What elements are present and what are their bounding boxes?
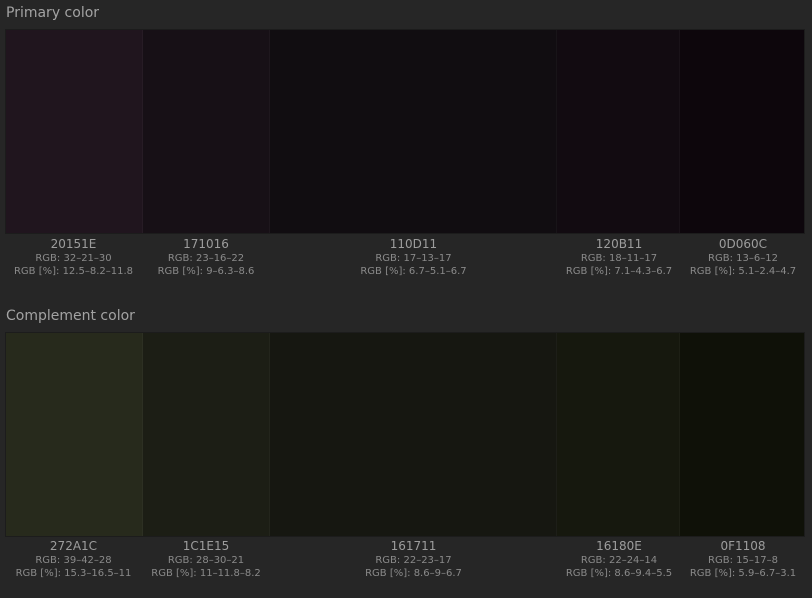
complement-swatch-labels: 272A1C RGB: 39–42–28 RGB [%]: 15.3–16.5–…: [5, 539, 805, 580]
rgb-percent-value: RGB [%]: 9–6.3–8.6: [157, 266, 255, 277]
rgb-percent-value: RGB [%]: 7.1–4.3–6.7: [565, 266, 673, 277]
rgb-percent-value: RGB [%]: 15.3–16.5–11: [15, 568, 132, 579]
rgb-percent-value: RGB [%]: 12.5–8.2–11.8: [13, 266, 134, 277]
hex-value: 0F1108: [720, 539, 766, 553]
swatch-label: 20151E RGB: 32–21–30 RGB [%]: 12.5–8.2–1…: [5, 237, 142, 278]
swatch-label: 16180E RGB: 22–24–14 RGB [%]: 8.6–9.4–5.…: [557, 539, 681, 580]
hex-value: 20151E: [50, 237, 97, 251]
rgb-percent-value: RGB [%]: 5.1–2.4–4.7: [689, 266, 797, 277]
hex-value: 0D060C: [718, 237, 768, 251]
rgb-value: RGB: 32–21–30: [35, 253, 112, 264]
rgb-value: RGB: 23–16–22: [167, 253, 245, 264]
primary-swatch-strip: [5, 29, 805, 234]
swatch-label: 0D060C RGB: 13–6–12 RGB [%]: 5.1–2.4–4.7: [681, 237, 805, 278]
rgb-value: RGB: 18–11–17: [580, 253, 658, 264]
swatch-label: 272A1C RGB: 39–42–28 RGB [%]: 15.3–16.5–…: [5, 539, 142, 580]
complement-swatch-strip: [5, 332, 805, 537]
swatch-primary-2[interactable]: [142, 30, 271, 233]
rgb-value: RGB: 13–6–12: [708, 253, 778, 264]
swatch-primary-3[interactable]: [270, 30, 557, 233]
section-title-complement: Complement color: [6, 308, 135, 324]
section-title-primary: Primary color: [6, 5, 100, 21]
swatch-primary-5[interactable]: [680, 30, 804, 233]
hex-value: 272A1C: [49, 539, 98, 553]
swatch-primary-1[interactable]: [6, 30, 143, 233]
swatch-complement-4[interactable]: [556, 333, 681, 536]
swatch-label: 0F1108 RGB: 15–17–8 RGB [%]: 5.9–6.7–3.1: [681, 539, 805, 580]
hex-value: 1C1E15: [182, 539, 230, 553]
rgb-percent-value: RGB [%]: 8.6–9–6.7: [365, 568, 462, 579]
swatch-label: 161711 RGB: 22–23–17 RGB [%]: 8.6–9–6.7: [270, 539, 557, 580]
swatch-complement-1[interactable]: [6, 333, 143, 536]
rgb-percent-value: RGB [%]: 5.9–6.7–3.1: [689, 568, 797, 579]
swatch-label: 171016 RGB: 23–16–22 RGB [%]: 9–6.3–8.6: [142, 237, 270, 278]
rgb-value: RGB: 15–17–8: [708, 555, 778, 566]
hex-value: 16180E: [596, 539, 642, 553]
swatch-complement-2[interactable]: [142, 333, 271, 536]
swatch-complement-5[interactable]: [680, 333, 804, 536]
hex-value: 110D11: [389, 237, 438, 251]
rgb-value: RGB: 39–42–28: [35, 555, 112, 566]
swatch-label: 110D11 RGB: 17–13–17 RGB [%]: 6.7–5.1–6.…: [270, 237, 557, 278]
swatch-label: 1C1E15 RGB: 28–30–21 RGB [%]: 11–11.8–8.…: [142, 539, 270, 580]
rgb-percent-value: RGB [%]: 11–11.8–8.2: [151, 568, 261, 579]
swatch-complement-3[interactable]: [270, 333, 557, 536]
rgb-value: RGB: 22–23–17: [375, 555, 452, 566]
rgb-value: RGB: 28–30–21: [167, 555, 245, 566]
swatch-label: 120B11 RGB: 18–11–17 RGB [%]: 7.1–4.3–6.…: [557, 237, 681, 278]
rgb-value: RGB: 17–13–17: [375, 253, 452, 264]
hex-value: 161711: [390, 539, 437, 553]
hex-value: 171016: [183, 237, 229, 251]
rgb-value: RGB: 22–24–14: [580, 555, 658, 566]
primary-swatch-labels: 20151E RGB: 32–21–30 RGB [%]: 12.5–8.2–1…: [5, 237, 805, 278]
rgb-percent-value: RGB [%]: 8.6–9.4–5.5: [565, 568, 673, 579]
rgb-percent-value: RGB [%]: 6.7–5.1–6.7: [360, 266, 467, 277]
swatch-primary-4[interactable]: [556, 30, 681, 233]
hex-value: 120B11: [595, 237, 643, 251]
